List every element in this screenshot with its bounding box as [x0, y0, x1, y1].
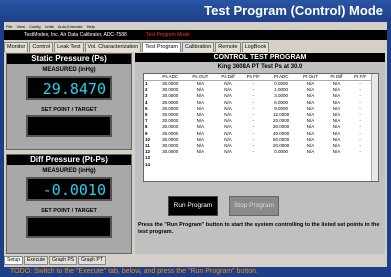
menu-config[interactable]: Config: [29, 23, 41, 30]
diff-measured-label: MEASURED (inHg): [42, 168, 96, 174]
table-cell: [215, 162, 240, 168]
mode-label: Test Program Mode: [146, 32, 190, 38]
diff-setpoint-display: [26, 216, 112, 238]
program-subtitle: King 3608A PT Test Ps at 30.0: [217, 64, 303, 70]
table-cell: [325, 162, 349, 168]
tab-logbook[interactable]: LogBook: [241, 42, 270, 52]
company-label: TestModes, Inc. Air Data Calibrator, ADC…: [24, 32, 127, 38]
table-cell: 30.0000: [162, 81, 179, 86]
tab-monitor[interactable]: Monitor: [4, 42, 29, 52]
table-cell: [241, 162, 266, 168]
static-measured-label: MEASURED (inHg): [42, 67, 96, 73]
tab-control[interactable]: Control: [29, 42, 54, 52]
control-test-program-panel: CONTROL TEST PROGRAM King 3608A PT Test …: [135, 53, 385, 254]
menu-auto-exercise[interactable]: Auto-Exercise: [58, 23, 83, 30]
run-program-button[interactable]: Run Program: [168, 196, 218, 216]
app-window: File View Config Units Auto-Exercise Hel…: [4, 22, 387, 267]
control-test-program-title: CONTROL TEST PROGRAM: [135, 53, 385, 62]
table-row[interactable]: 1 30.0000 N/A N/A - 0.0000 N/A N/A -: [144, 81, 372, 88]
diff-measured-display: -0.0010: [26, 177, 112, 201]
todo-text: TODO: Switch to the "Execute" tab, below…: [10, 268, 258, 275]
table-cell: [296, 162, 324, 168]
menu-help[interactable]: Help: [87, 23, 95, 30]
tab-remote[interactable]: Remote: [215, 42, 241, 52]
table-cell: N/A: [196, 81, 205, 86]
instructions-text: Press the "Run Program" button to start …: [138, 222, 380, 235]
pressure-panel: Static Pressure (Ps) MEASURED (inHg) 29.…: [6, 53, 132, 254]
table-cell: [185, 162, 215, 168]
test-program-table-container: Ps ADC Ps OUT Ps Diff Ps F/F Pt ADC Pt OUT Pt …: [143, 73, 379, 182]
static-pressure-box: Static Pressure (Ps) MEASURED (inHg) 29.…: [6, 53, 132, 150]
tab-leak-test[interactable]: Leak Test: [54, 42, 84, 52]
static-setpoint-display: [26, 115, 112, 137]
tab-graph-pt[interactable]: Graph PT: [78, 256, 106, 265]
menu-bar: File View Config Units Auto-Exercise Hel…: [4, 23, 387, 30]
diff-pressure-title: Diff Pressure (Pt-Ps): [7, 155, 131, 165]
table-cell: [155, 162, 185, 168]
diff-setpoint-label: SET POINT / TARGET: [41, 208, 97, 214]
table-cell: 0.0000: [274, 81, 289, 86]
table-cell: -: [359, 81, 361, 86]
tab-setup[interactable]: Setup: [4, 256, 24, 265]
row-index: 1: [145, 81, 148, 86]
mode-title: Test Program (Control) Mode: [204, 3, 383, 18]
table-cell: -: [252, 81, 255, 86]
table-cell: [266, 162, 296, 168]
diff-pressure-box: Diff Pressure (Pt-Ps) MEASURED (inHg) -0…: [6, 154, 132, 254]
table-cell: N/A: [224, 81, 232, 86]
table-body: 1 30.0000 N/A N/A -0.0000 N/A N/A -2 30.0000 N/A N…: [144, 81, 372, 168]
tab-execute[interactable]: Execute: [24, 256, 49, 265]
diff-measured-value: -0.0010: [42, 181, 106, 199]
row-index: 14: [145, 161, 151, 167]
static-measured-value: 29.8470: [42, 80, 106, 98]
table-cell: [348, 162, 372, 168]
static-measured-display: 29.8470: [26, 76, 112, 100]
stop-program-button[interactable]: Stop Program: [229, 196, 279, 216]
static-setpoint-label: SET POINT / TARGET: [41, 107, 97, 113]
tab-vol-characterization[interactable]: Vol. Characterization: [84, 42, 142, 52]
menu-view[interactable]: View: [16, 23, 25, 30]
menu-units[interactable]: Units: [45, 23, 54, 30]
tab-test-program[interactable]: Test Program: [142, 42, 181, 52]
tab-calibration[interactable]: Calibration: [182, 42, 215, 52]
static-pressure-title: Static Pressure (Ps): [7, 54, 131, 64]
tab-graph-ps[interactable]: Graph PS: [49, 256, 78, 265]
test-program-table: Ps ADC Ps OUT Ps Diff Ps F/F Pt ADC Pt OUT Pt …: [144, 74, 372, 168]
main-tabs: Monitor Control Leak Test Vol. Character…: [4, 42, 387, 52]
table-scrollbar[interactable]: [371, 74, 378, 181]
table-cell: N/A: [332, 81, 341, 86]
todo-bar: TODO: Switch to the "Execute" tab, below…: [0, 267, 391, 277]
table-row[interactable]: 14: [144, 162, 372, 168]
mode-banner: Test Program (Control) Mode: [0, 0, 391, 22]
menu-file[interactable]: File: [6, 23, 12, 30]
bottom-tabs: Setup Execute Graph PS Graph PT: [4, 256, 106, 265]
app-header-bar: TestModes, Inc. Air Data Calibrator, ADC…: [4, 30, 387, 40]
table-cell: N/A: [306, 81, 315, 86]
